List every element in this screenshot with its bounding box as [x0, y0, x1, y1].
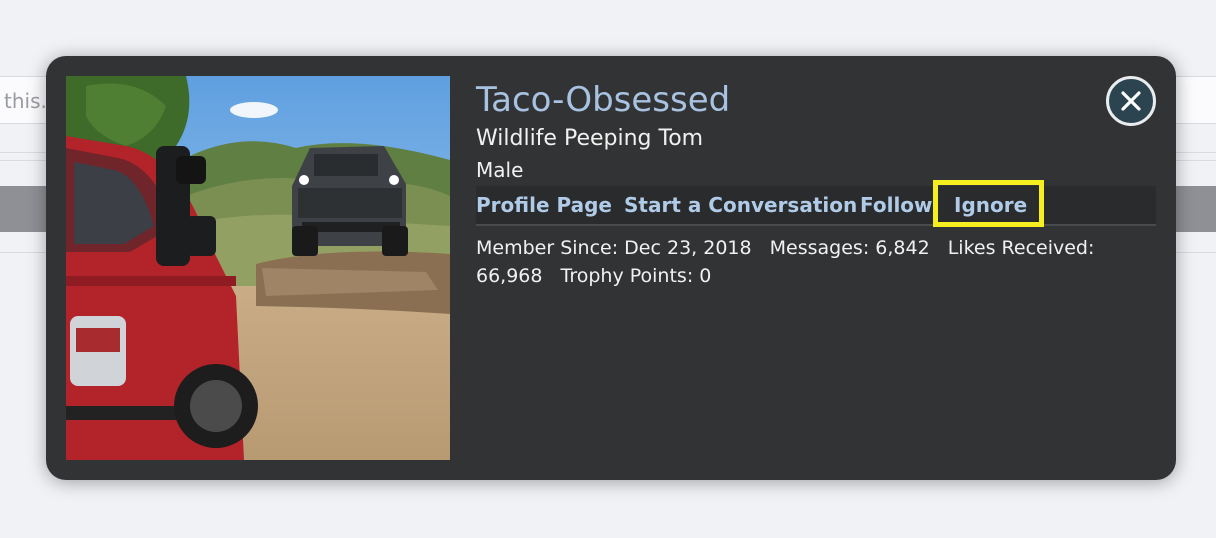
start-conversation-link[interactable]: Start a Conversation: [624, 193, 857, 217]
close-button[interactable]: [1106, 76, 1156, 126]
follow-link[interactable]: Follow: [860, 193, 933, 217]
member-avatar[interactable]: [66, 76, 450, 460]
avatar-photo: [66, 76, 450, 460]
likes-received-label: Likes Received:: [947, 237, 1095, 259]
trophy-points-label: Trophy Points:: [560, 265, 694, 287]
close-icon: [1121, 91, 1141, 111]
profile-page-link[interactable]: Profile Page: [476, 193, 612, 217]
member-info: Taco-Obsessed Wildlife Peeping Tom Male: [476, 78, 1156, 184]
likes-received-value: 66,968: [476, 265, 543, 287]
member-since-label: Member Since:: [476, 237, 619, 259]
member-actions-bar: Profile Page Start a Conversation Follow…: [476, 186, 1156, 226]
username-link[interactable]: Taco-Obsessed: [476, 78, 1156, 122]
ignore-highlight-box: [933, 180, 1044, 227]
member-card-popup: Taco-Obsessed Wildlife Peeping Tom Male …: [46, 56, 1176, 480]
user-gender: Male: [476, 158, 524, 182]
messages-label: Messages:: [769, 237, 870, 259]
member-since-value: Dec 23, 2018: [624, 237, 752, 259]
member-stats: Member Since: Dec 23, 2018 Messages: 6,8…: [476, 234, 1116, 290]
user-title: Wildlife Peeping Tom: [476, 126, 704, 151]
messages-value: 6,842: [875, 237, 930, 259]
trophy-points-value: 0: [699, 265, 712, 287]
background-text: this.: [4, 89, 47, 113]
background-field-edge: [1170, 76, 1216, 124]
